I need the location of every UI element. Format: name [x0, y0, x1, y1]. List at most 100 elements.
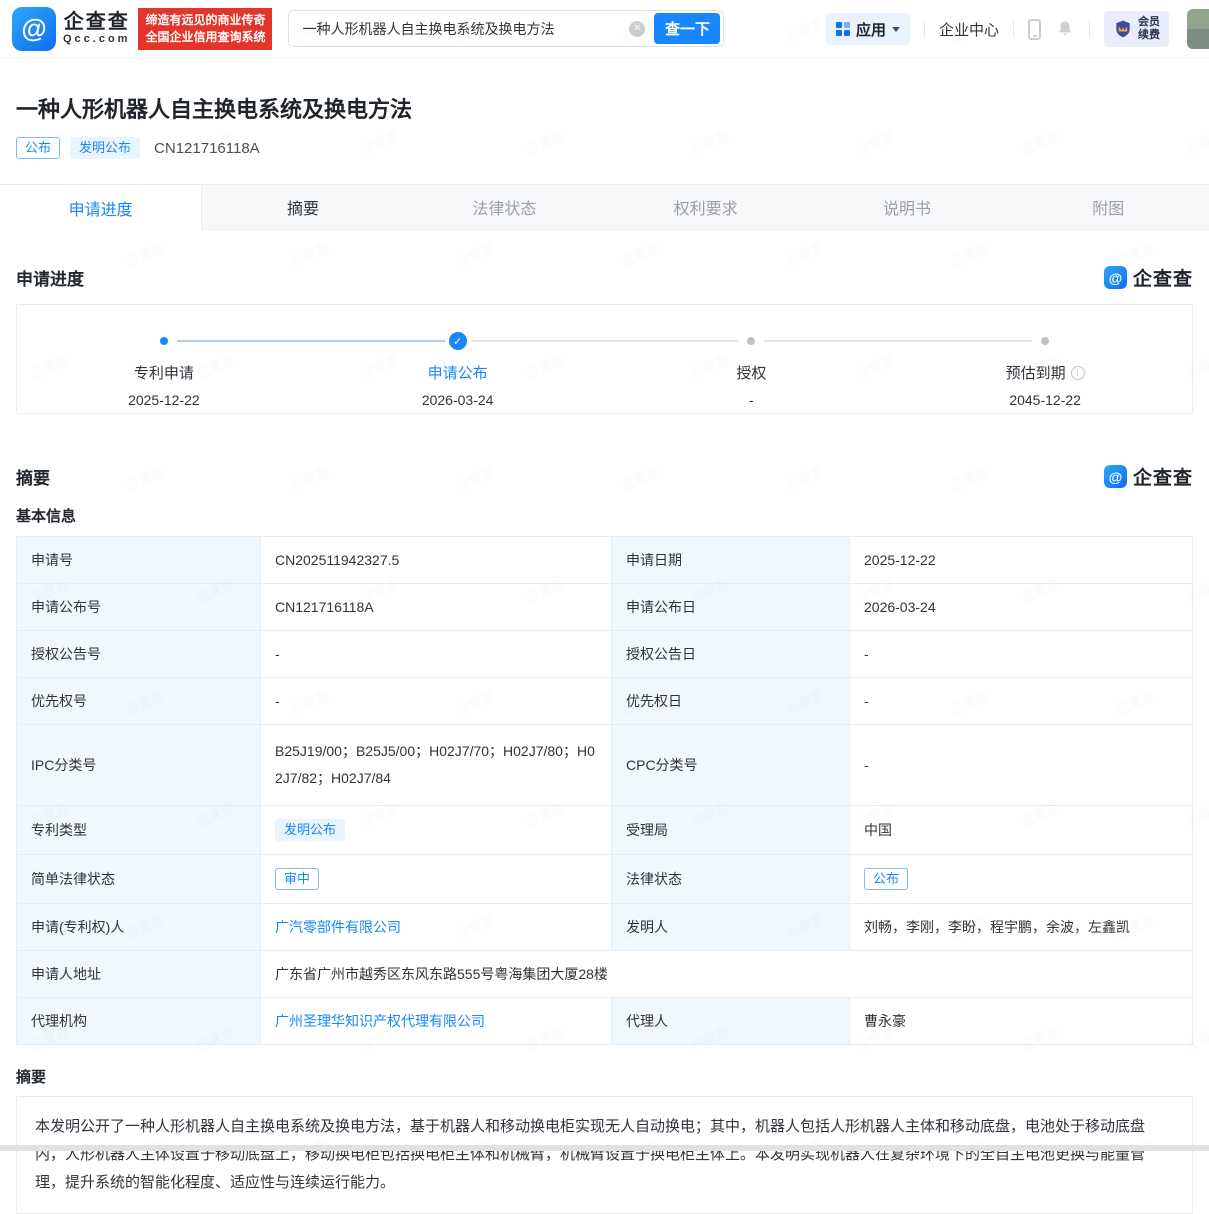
timeline-step-label: 申请公布: [428, 362, 488, 383]
tab-description[interactable]: 说明书: [806, 185, 1007, 229]
table-row: 申请公布号CN121716118A申请公布日2026-03-24: [17, 584, 1193, 631]
field-value-agent: 曹永豪: [850, 998, 1193, 1045]
timeline-step-date: 2026-03-24: [311, 392, 605, 408]
timeline-dot: [160, 337, 168, 345]
table-row: 授权公告号-授权公告日-: [17, 631, 1193, 678]
applicant-link[interactable]: 广汽零部件有限公司: [275, 919, 401, 935]
timeline-step-label: 专利申请: [134, 362, 194, 383]
basic-info-title: 基本信息: [16, 505, 1193, 526]
field-label: 申请公布号: [17, 584, 261, 631]
table-row: 代理机构广州圣理华知识产权代理有限公司 代理人曹永豪: [17, 998, 1193, 1045]
qcc-logo[interactable]: @ 企查查 Qcc.com: [12, 7, 130, 51]
table-row: 优先权号-优先权日-: [17, 678, 1193, 725]
field-label: 专利类型: [17, 806, 261, 855]
clear-search-icon[interactable]: ✕: [629, 21, 645, 37]
avatar[interactable]: [1187, 9, 1209, 49]
field-value-applicant-link: 广汽零部件有限公司: [261, 904, 612, 951]
timeline-step-label: 授权: [736, 362, 766, 383]
timeline-step-label: 预估到期i: [1006, 362, 1085, 383]
mobile-app-icon[interactable]: [1028, 19, 1041, 40]
timeline-step-date: -: [605, 392, 899, 408]
page-title: 一种人形机器人自主换电系统及换电方法: [16, 92, 1193, 124]
field-label: CPC分类号: [612, 725, 850, 806]
apps-grid-icon: [836, 22, 850, 36]
field-label: 授权公告号: [17, 631, 261, 678]
field-label: 申请号: [17, 537, 261, 584]
timeline-step-patent-application: 专利申请2025-12-22: [17, 362, 311, 408]
vip-crown-icon: [1113, 19, 1133, 39]
tab-claims[interactable]: 权利要求: [605, 185, 806, 229]
header-nav: 应用 企业中心 会员 续费: [826, 0, 1209, 58]
enterprise-center-link[interactable]: 企业中心: [939, 19, 999, 40]
patent-header: 一种人形机器人自主换电系统及换电方法 公布 发明公布 CN121716118A: [0, 58, 1209, 184]
qcc-logo-icon: @: [12, 7, 56, 51]
tab-application-progress[interactable]: 申请进度: [0, 185, 202, 230]
field-label: 申请(专利权)人: [17, 904, 261, 951]
patent-type-badge: 发明公布: [275, 819, 345, 841]
basic-info-table: 申请号CN202511942327.5申请日期2025-12-22申请公布号CN…: [16, 536, 1193, 1045]
field-value-application-date: 2025-12-22: [850, 537, 1193, 584]
field-value-priority-date: -: [850, 678, 1193, 725]
timeline-step-estimated-expiry: 预估到期i 2045-12-22: [898, 362, 1192, 408]
field-label: 法律状态: [612, 855, 850, 904]
timeline-step-date: 2045-12-22: [898, 392, 1192, 408]
field-label: 申请人地址: [17, 951, 261, 998]
summary-section-title: 摘要: [16, 464, 50, 489]
progress-section-title: 申请进度: [16, 265, 84, 290]
field-label: 授权公告日: [612, 631, 850, 678]
field-label: 申请公布日: [612, 584, 850, 631]
timeline-dot: [1041, 337, 1049, 345]
check-icon: ✓: [449, 332, 467, 350]
timeline-node-grant: [605, 332, 899, 350]
search-button[interactable]: 查一下: [654, 13, 720, 44]
field-value-application-number: CN202511942327.5: [261, 537, 612, 584]
search-bar: ✕ 查一下: [288, 10, 724, 47]
tab-abstract[interactable]: 摘要: [202, 185, 403, 229]
field-label: 代理人: [612, 998, 850, 1045]
info-icon[interactable]: i: [1071, 366, 1085, 380]
field-value-priority-number: -: [261, 678, 612, 725]
field-value-grant-date: -: [850, 631, 1193, 678]
tab-bar: 申请进度摘要法律状态权利要求说明书附图: [0, 184, 1209, 230]
top-header: @ 企查查 Qcc.com 缔造有远见的商业传奇 全国企业信用查询系统 ✕ 查一…: [0, 0, 1209, 58]
timeline-step-grant: 授权 -: [605, 362, 899, 408]
field-label: 代理机构: [17, 998, 261, 1045]
field-label: 申请日期: [612, 537, 850, 584]
chevron-down-icon: [892, 27, 900, 32]
timeline-dot: [747, 337, 755, 345]
field-label: 受理局: [612, 806, 850, 855]
field-value-legal-status: 公布: [850, 855, 1193, 904]
field-value-publication-date: 2026-03-24: [850, 584, 1193, 631]
timeline-node-application-publication: ✓: [311, 332, 605, 350]
field-value-simple-legal-status: 审中: [261, 855, 612, 904]
search-input[interactable]: [289, 21, 629, 37]
field-value-patent-type: 发明公布: [261, 806, 612, 855]
tab-drawings[interactable]: 附图: [1008, 185, 1209, 229]
brand-domain: Qcc.com: [63, 33, 130, 46]
field-value-grant-number: -: [261, 631, 612, 678]
field-value-patent-office: 中国: [850, 806, 1193, 855]
vip-renew-button[interactable]: 会员 续费: [1104, 11, 1169, 47]
notification-bell-icon[interactable]: [1055, 18, 1075, 40]
table-row: 申请(专利权)人广汽零部件有限公司发明人刘畅，李刚，李盼，程宇鹏，余波，左鑫凯: [17, 904, 1193, 951]
field-value-publication-number: CN121716118A: [261, 584, 612, 631]
timeline-node-patent-application: [17, 332, 311, 350]
simple-legal-status-badge: 审中: [275, 868, 319, 890]
abstract-title: 摘要: [16, 1066, 1193, 1087]
basic-info-table-body: 申请号CN202511942327.5申请日期2025-12-22申请公布号CN…: [17, 537, 1193, 1045]
brand-slogan: 缔造有远见的商业传奇 全国企业信用查询系统: [138, 8, 272, 50]
qcc-stamp: @ 企查查: [1104, 463, 1193, 490]
field-value-applicant-address: 广东省广州市越秀区东风东路555号粤海集团大厦28楼: [261, 951, 1193, 998]
abstract-text: 本发明公开了一种人形机器人自主换电系统及换电方法，基于机器人和移动换电柜实现无人…: [16, 1096, 1193, 1214]
bottom-edge-strip: [0, 1145, 1209, 1151]
apps-menu[interactable]: 应用: [826, 13, 910, 45]
field-label: 发明人: [612, 904, 850, 951]
field-value-agency-link: 广州圣理华知识产权代理有限公司: [261, 998, 612, 1045]
qcc-stamp: @ 企查查: [1104, 264, 1193, 291]
tab-legal-status[interactable]: 法律状态: [404, 185, 605, 229]
field-value-ipc-classes: B25J19/00；B25J5/00；H02J7/70；H02J7/80；H02…: [261, 725, 612, 806]
application-progress-timeline: ✓ 专利申请2025-12-22 申请公布 2026-03-24 授权 - 预估到期i 20…: [16, 304, 1193, 414]
timeline-step-application-publication: 申请公布 2026-03-24: [311, 362, 605, 408]
agency-link[interactable]: 广州圣理华知识产权代理有限公司: [275, 1013, 485, 1029]
table-row: 专利类型发明公布 受理局中国: [17, 806, 1193, 855]
